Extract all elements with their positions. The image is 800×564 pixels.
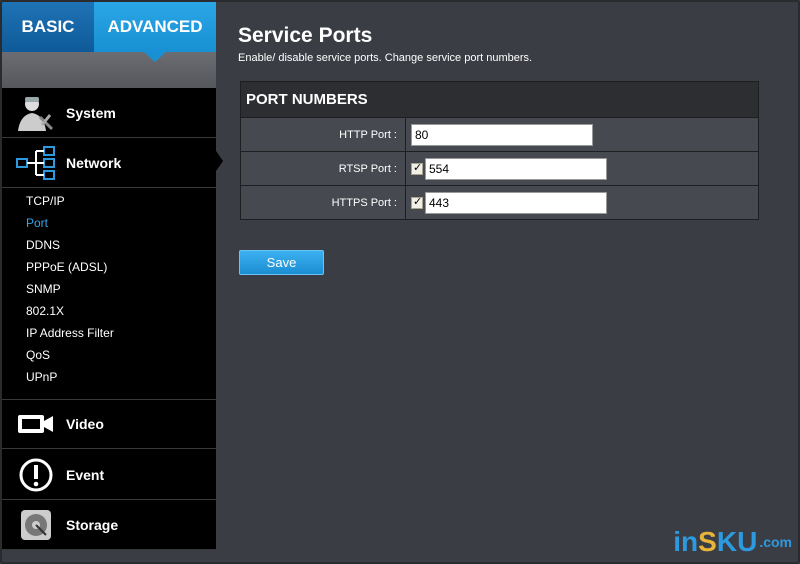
sidebar: BASIC ADVANCED System Network TCP/IP Por… <box>2 2 216 550</box>
admin-tools-icon <box>12 93 60 133</box>
rtsp-port-row: RTSP Port : <box>241 152 758 186</box>
subnav-tcpip[interactable]: TCP/IP <box>26 190 114 212</box>
watermark-part: KU <box>716 526 758 557</box>
save-button[interactable]: Save <box>239 250 324 275</box>
network-subnav: TCP/IP Port DDNS PPPoE (ADSL) SNMP 802.1… <box>26 190 114 388</box>
network-tree-icon <box>12 143 60 183</box>
nav-video[interactable]: Video <box>2 399 216 449</box>
subnav-pppoe[interactable]: PPPoE (ADSL) <box>26 256 114 278</box>
watermark-part: .com <box>759 534 792 550</box>
subnav-ddns[interactable]: DDNS <box>26 234 114 256</box>
nav-storage[interactable]: Storage <box>2 500 216 550</box>
alert-icon <box>12 455 60 495</box>
nav-network[interactable]: Network <box>2 138 216 188</box>
https-port-input[interactable] <box>425 192 607 214</box>
panel-heading: PORT NUMBERS <box>241 82 758 118</box>
video-camera-icon <box>12 404 60 444</box>
tab-underbar <box>2 52 216 88</box>
storage-disk-icon <box>12 505 60 545</box>
nav-event-label: Event <box>66 466 105 483</box>
https-enable-checkbox[interactable] <box>411 195 423 209</box>
watermark-logo: in S KU .com <box>673 526 792 558</box>
watermark-part: in <box>673 526 699 557</box>
tab-advanced[interactable]: ADVANCED <box>94 2 216 52</box>
subnav-qos[interactable]: QoS <box>26 344 114 366</box>
rtsp-port-label: RTSP Port : <box>241 152 406 185</box>
active-tab-arrow <box>144 52 166 62</box>
nav-storage-label: Storage <box>66 516 119 533</box>
nav-event[interactable]: Event <box>2 450 216 500</box>
page-title: Service Ports <box>238 24 373 47</box>
subnav-upnp[interactable]: UPnP <box>26 366 114 388</box>
page-header: Service Ports Enable/ disable service po… <box>238 24 532 64</box>
nav-network-label: Network <box>66 154 122 171</box>
https-port-label: HTTPS Port : <box>241 186 406 219</box>
http-port-label: HTTP Port : <box>241 118 406 151</box>
rtsp-enable-checkbox[interactable] <box>411 161 423 175</box>
nav-system-label: System <box>66 104 116 121</box>
http-port-row: HTTP Port : <box>241 118 758 152</box>
subnav-8021x[interactable]: 802.1X <box>26 300 114 322</box>
page-subtitle: Enable/ disable service ports. Change se… <box>238 52 533 64</box>
active-section-notch <box>214 148 223 174</box>
subnav-port[interactable]: Port <box>26 212 114 234</box>
subnav-snmp[interactable]: SNMP <box>26 278 114 300</box>
nav-system[interactable]: System <box>2 88 216 138</box>
http-port-input[interactable] <box>411 124 593 146</box>
mode-tabs: BASIC ADVANCED <box>2 2 216 52</box>
watermark-part: S <box>698 526 717 557</box>
nav-video-label: Video <box>66 416 104 432</box>
subnav-ip-filter[interactable]: IP Address Filter <box>26 322 114 344</box>
port-numbers-panel: PORT NUMBERS HTTP Port : RTSP Port : HTT… <box>240 81 759 220</box>
tab-basic[interactable]: BASIC <box>2 2 94 52</box>
https-port-row: HTTPS Port : <box>241 186 758 220</box>
rtsp-port-input[interactable] <box>425 158 607 180</box>
